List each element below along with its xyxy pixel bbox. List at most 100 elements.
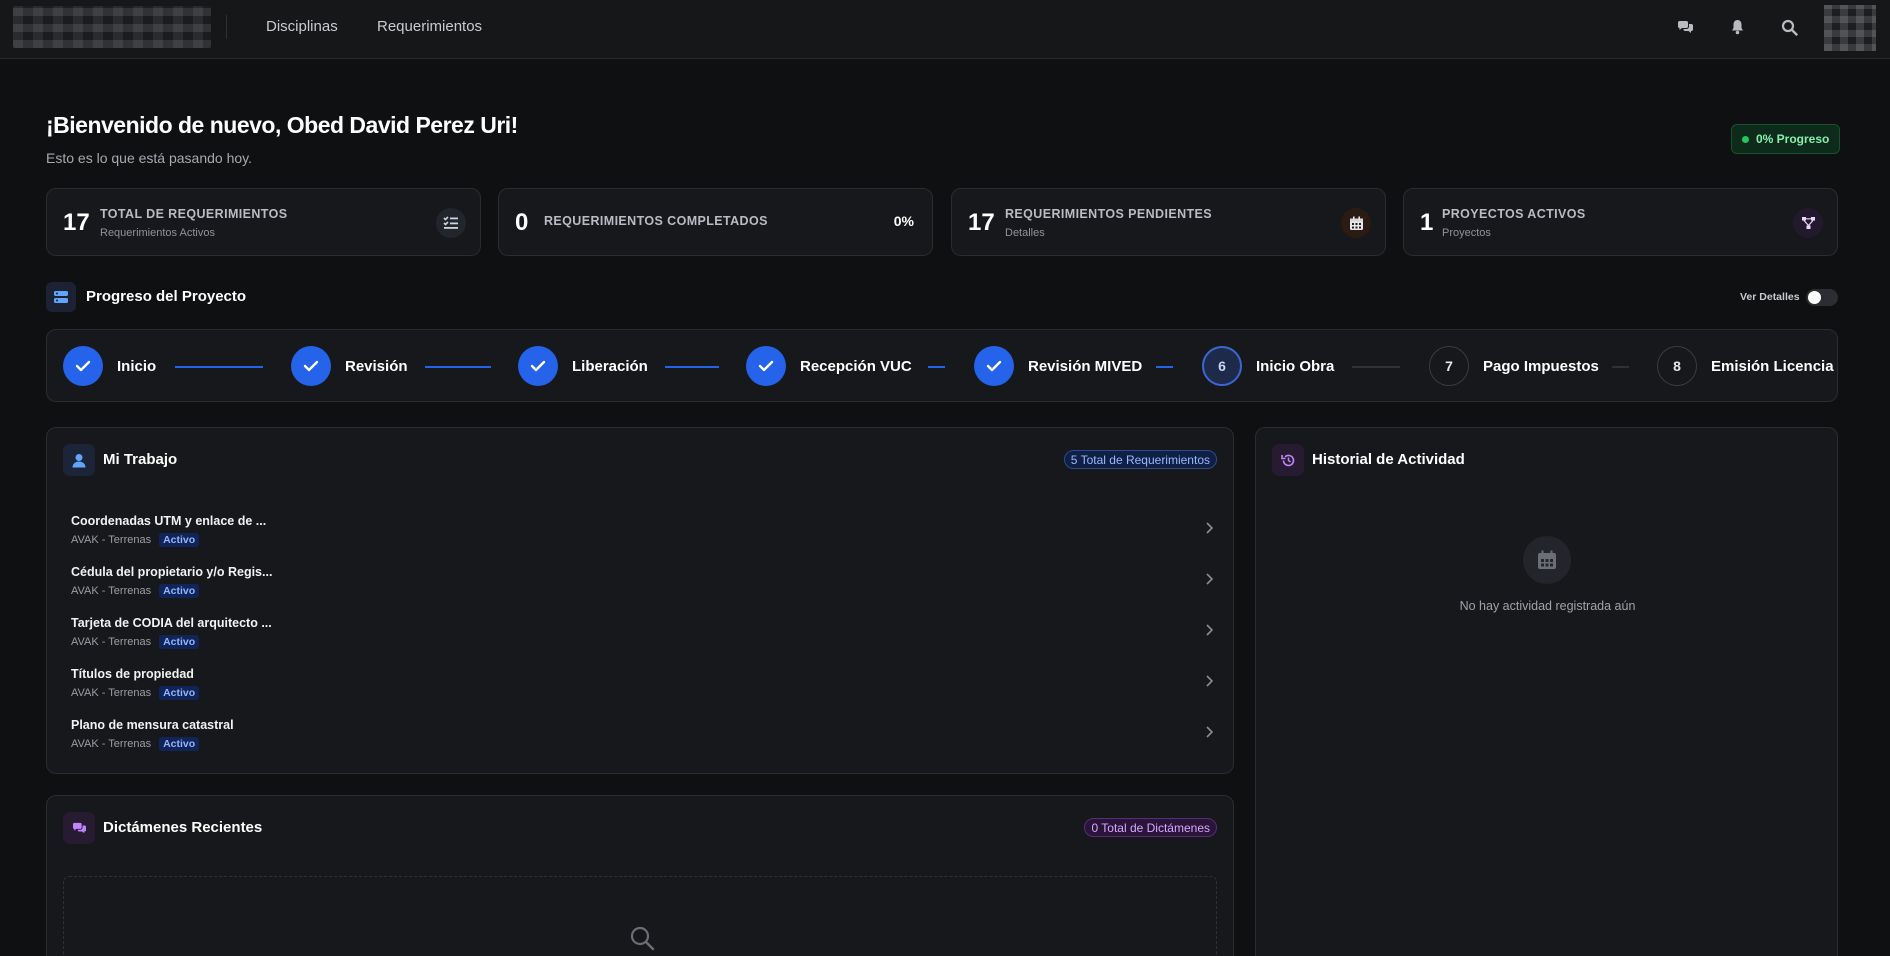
- check-icon: [518, 346, 558, 386]
- step-label: Pago Impuestos: [1483, 357, 1599, 375]
- item-title: Títulos de propiedad: [71, 667, 194, 681]
- avatar[interactable]: [1824, 5, 1876, 51]
- toggle-label: Ver Detalles: [1740, 291, 1800, 303]
- empty-state-box: [63, 876, 1217, 956]
- chat-icon: [63, 812, 95, 844]
- stat-title: REQUERIMIENTOS COMPLETADOS: [544, 214, 768, 228]
- step-label: Emisión Licencia: [1711, 357, 1834, 375]
- chat-icon[interactable]: [1675, 17, 1695, 37]
- stat-percent: 0%: [893, 213, 914, 229]
- item-meta: AVAK - Terrenas: [71, 738, 152, 750]
- step-connector: [425, 366, 491, 368]
- top-bar: Disciplinas Requerimientos: [0, 0, 1890, 59]
- step-recepcion-vuc[interactable]: Recepción VUC: [746, 346, 912, 386]
- page-subtitle: Esto es lo que está pasando hoy.: [46, 150, 252, 166]
- chevron-right-icon: [1205, 521, 1214, 539]
- stat-card-completed[interactable]: 0 REQUERIMIENTOS COMPLETADOS 0%: [498, 188, 933, 256]
- rulings-card: Dictámenes Recientes 0 Total de Dictámen…: [46, 795, 1234, 956]
- progress-badge: 0% Progreso: [1731, 124, 1841, 154]
- step-inicio[interactable]: Inicio: [63, 346, 156, 386]
- search-icon[interactable]: [1779, 17, 1799, 37]
- step-number: 7: [1429, 346, 1469, 386]
- activity-card: Historial de Actividad No hay actividad …: [1255, 427, 1838, 956]
- step-connector: [1612, 366, 1629, 368]
- status-badge: Activo: [159, 737, 200, 751]
- calendar-icon: [1341, 208, 1371, 238]
- check-icon: [974, 346, 1014, 386]
- details-toggle[interactable]: [1806, 289, 1838, 306]
- calendar-icon: [1523, 536, 1571, 584]
- search-icon: [629, 925, 655, 956]
- step-label: Inicio: [117, 357, 157, 375]
- chevron-right-icon: [1205, 623, 1214, 641]
- step-connector: [175, 366, 263, 368]
- check-icon: [746, 346, 786, 386]
- card-title: Mi Trabajo: [103, 451, 178, 468]
- list-item[interactable]: Cédula del propietario y/o Regis... AVAK…: [71, 565, 1214, 609]
- nav-link-requerimientos[interactable]: Requerimientos: [377, 18, 482, 35]
- list-item[interactable]: Títulos de propiedad AVAK - Terrenas Acti…: [71, 667, 1214, 711]
- status-badge: Activo: [159, 533, 200, 547]
- step-label: Recepción VUC: [800, 357, 912, 375]
- item-meta: AVAK - Terrenas: [71, 687, 152, 699]
- empty-state-text: No hay actividad registrada aún: [1459, 599, 1636, 613]
- step-pago-impuestos[interactable]: 7 Pago Impuestos: [1429, 346, 1599, 386]
- chevron-right-icon: [1205, 674, 1214, 692]
- requirements-count-badge: 5 Total de Requerimientos: [1063, 450, 1217, 469]
- step-revision[interactable]: Revisión: [291, 346, 408, 386]
- logo[interactable]: [13, 6, 211, 48]
- progress-stepper: Inicio Revisión Liberación Recepción VUC…: [46, 329, 1838, 402]
- chevron-right-icon: [1205, 725, 1214, 743]
- card-title: Dictámenes Recientes: [103, 819, 263, 836]
- list-item[interactable]: Coordenadas UTM y enlace de ... AVAK - T…: [71, 514, 1214, 558]
- my-work-card: Mi Trabajo 5 Total de Requerimientos Coo…: [46, 427, 1234, 774]
- list-item[interactable]: Plano de mensura catastral AVAK - Terren…: [71, 718, 1214, 762]
- item-meta: AVAK - Terrenas: [71, 636, 152, 648]
- server-icon: [46, 282, 76, 312]
- section-title: Progreso del Proyecto: [86, 288, 247, 305]
- stat-card-projects[interactable]: 1 PROYECTOS ACTIVOS Proyectos: [1403, 188, 1838, 256]
- item-title: Coordenadas UTM y enlace de ...: [71, 514, 267, 528]
- check-icon: [63, 346, 103, 386]
- item-title: Plano de mensura catastral: [71, 718, 234, 732]
- stat-value: 17: [968, 209, 995, 236]
- step-liberacion[interactable]: Liberación: [518, 346, 648, 386]
- bell-icon[interactable]: [1727, 17, 1747, 37]
- stat-subtitle: Detalles: [1005, 227, 1045, 239]
- step-revision-mived[interactable]: Revisión MIVED: [974, 346, 1142, 386]
- chevron-right-icon: [1205, 572, 1214, 590]
- item-meta: AVAK - Terrenas: [71, 534, 152, 546]
- step-connector: [1352, 366, 1400, 368]
- step-number: 6: [1202, 346, 1242, 386]
- step-emision-licencia[interactable]: 8 Emisión Licencia: [1657, 346, 1834, 386]
- stat-value: 1: [1420, 209, 1434, 236]
- card-title: Historial de Actividad: [1312, 451, 1465, 468]
- list-item[interactable]: Tarjeta de CODIA del arquitecto ... AVAK…: [71, 616, 1214, 660]
- divider: [226, 15, 227, 39]
- check-icon: [291, 346, 331, 386]
- status-dot-icon: [1742, 135, 1749, 143]
- toggle-knob: [1808, 291, 1821, 304]
- stat-card-total[interactable]: 17 TOTAL DE REQUERIMIENTOS Requerimiento…: [46, 188, 481, 256]
- item-title: Cédula del propietario y/o Regis...: [71, 565, 273, 579]
- step-connector: [1156, 366, 1173, 368]
- stat-value: 17: [63, 209, 90, 236]
- stat-subtitle: Proyectos: [1442, 227, 1491, 239]
- stat-title: PROYECTOS ACTIVOS: [1442, 207, 1586, 221]
- step-label: Revisión MIVED: [1028, 357, 1143, 375]
- step-inicio-obra[interactable]: 6 Inicio Obra: [1202, 346, 1334, 386]
- stat-title: TOTAL DE REQUERIMIENTOS: [100, 207, 288, 221]
- step-label: Revisión: [345, 357, 408, 375]
- rulings-count-badge: 0 Total de Dictámenes: [1084, 818, 1217, 837]
- network-icon: [1793, 208, 1823, 238]
- checklist-icon: [436, 208, 466, 238]
- step-label: Inicio Obra: [1256, 357, 1335, 375]
- status-badge: Activo: [159, 635, 200, 649]
- progress-label: 0% Progreso: [1756, 132, 1830, 146]
- stat-title: REQUERIMIENTOS PENDIENTES: [1005, 207, 1213, 221]
- step-label: Liberación: [572, 357, 648, 375]
- nav-link-disciplinas[interactable]: Disciplinas: [266, 18, 338, 35]
- step-number: 8: [1657, 346, 1697, 386]
- stat-card-pending[interactable]: 17 REQUERIMIENTOS PENDIENTES Detalles: [951, 188, 1386, 256]
- item-meta: AVAK - Terrenas: [71, 585, 152, 597]
